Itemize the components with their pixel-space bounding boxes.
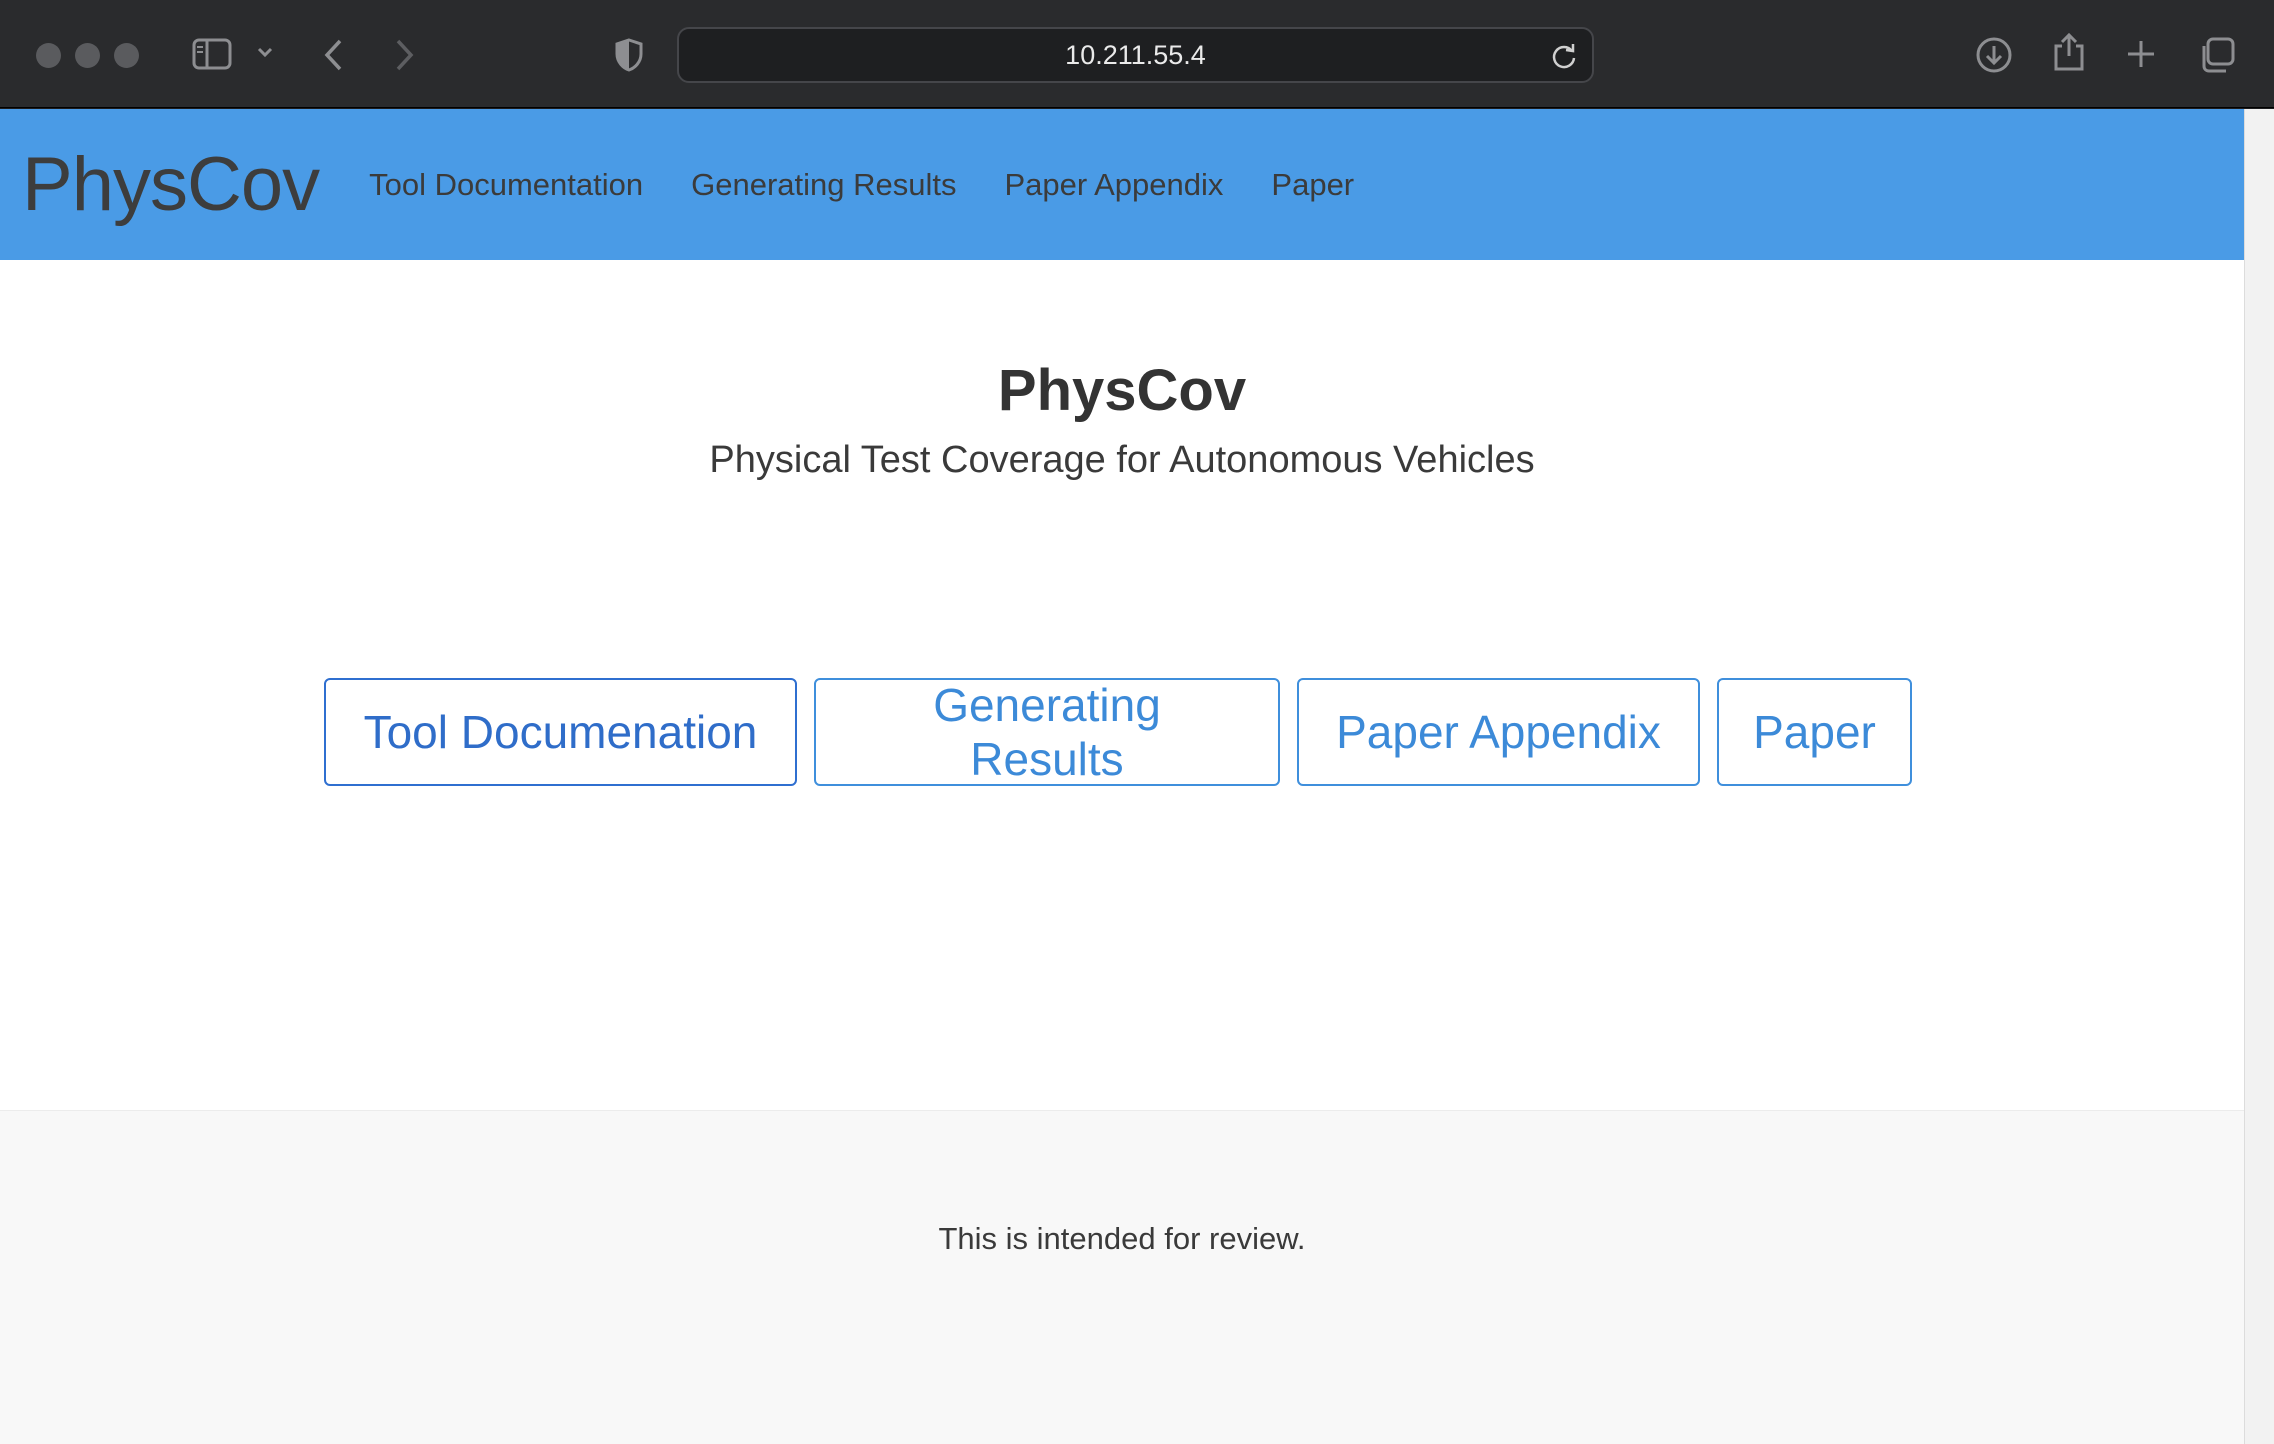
minimize-window-button[interactable]: [75, 43, 100, 68]
footer-text: This is intended for review.: [938, 1221, 1306, 1256]
paper-appendix-button[interactable]: Paper Appendix: [1297, 678, 1700, 786]
nav-link-tool-documentation[interactable]: Tool Documentation: [369, 167, 643, 203]
download-icon[interactable]: [1975, 36, 2013, 74]
nav-link-paper[interactable]: Paper: [1271, 167, 1354, 203]
tab-overview-icon[interactable]: [2198, 36, 2236, 74]
chevron-down-icon[interactable]: [256, 46, 274, 58]
scrollbar-track[interactable]: [2244, 109, 2274, 1444]
hero-button-group: Tool Documenation Generating Results Pap…: [0, 678, 2244, 786]
browser-toolbar: 10.211.55.4: [0, 0, 2274, 108]
page-viewport: PhysCov Tool Documentation Generating Re…: [0, 109, 2244, 1444]
brand-logo-link[interactable]: PhysCov: [22, 141, 320, 228]
nav-link-paper-appendix[interactable]: Paper Appendix: [1005, 167, 1224, 203]
address-bar[interactable]: 10.211.55.4: [677, 27, 1594, 83]
page-footer: This is intended for review.: [0, 1110, 2244, 1444]
back-icon[interactable]: [322, 38, 346, 72]
nav-link-generating-results[interactable]: Generating Results: [691, 167, 956, 203]
page-subtitle: Physical Test Coverage for Autonomous Ve…: [709, 439, 1535, 481]
top-navbar: PhysCov Tool Documentation Generating Re…: [0, 109, 2244, 260]
zoom-window-button[interactable]: [114, 43, 139, 68]
sidebar-icon[interactable]: [192, 38, 232, 70]
reload-icon[interactable]: [1550, 42, 1578, 77]
generating-results-button[interactable]: Generating Results: [814, 678, 1280, 786]
url-text: 10.211.55.4: [1065, 39, 1206, 70]
close-window-button[interactable]: [36, 43, 61, 68]
share-icon[interactable]: [2052, 32, 2086, 72]
shield-icon[interactable]: [614, 38, 644, 72]
forward-icon[interactable]: [392, 38, 416, 72]
window-controls: [36, 43, 139, 68]
paper-button[interactable]: Paper: [1717, 678, 1912, 786]
page-title: PhysCov: [997, 358, 1247, 423]
new-tab-icon[interactable]: [2125, 38, 2157, 70]
tool-documentation-button[interactable]: Tool Documenation: [324, 678, 797, 786]
